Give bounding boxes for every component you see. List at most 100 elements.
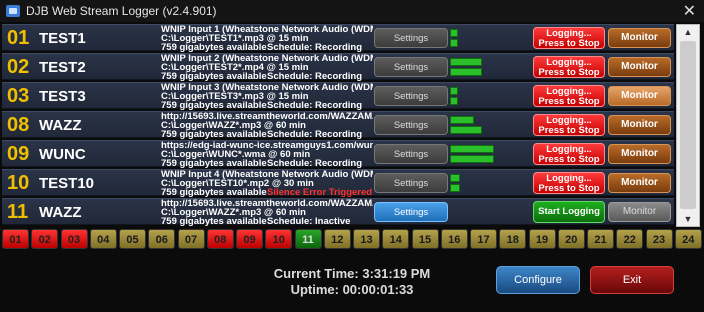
stop-logging-button[interactable]: Logging... Press to Stop — [533, 85, 605, 107]
scroll-up-icon[interactable]: ▲ — [677, 25, 699, 39]
settings-button[interactable]: Settings — [374, 28, 448, 48]
schedule-status: Schedule: Inactive — [267, 217, 351, 226]
channel-number: 03 — [7, 85, 30, 107]
output-path: C:\Logger\TEST3*.mp3 @ 15 min — [161, 92, 309, 101]
scroll-thumb[interactable] — [680, 41, 696, 209]
output-path: C:\Logger\TEST2*.mp4 @ 15 min — [161, 63, 309, 72]
logger-row: 03 TEST3 WNIP Input 3 (Wheatstone Network … — [2, 82, 674, 110]
channel-name: TEST3 — [39, 88, 86, 105]
channel-tab-23[interactable]: 23 — [645, 229, 673, 249]
channel-tab-18[interactable]: 18 — [499, 229, 527, 249]
schedule-status: Schedule: Recording — [267, 43, 363, 52]
output-path: C:\Logger\WUNC*.wma @ 60 min — [161, 150, 311, 159]
channel-info: WNIP Input 4 (Wheatstone Network Audio (… — [161, 170, 373, 197]
input-source: http://15693.live.streamtheworld.com/WAZ… — [161, 112, 373, 121]
app-icon — [6, 5, 20, 17]
stop-logging-button[interactable]: Logging... Press to Stop — [533, 114, 605, 136]
channel-number: 01 — [7, 27, 30, 49]
level-meter — [450, 57, 530, 77]
output-path: C:\Logger\TEST10*.mp2 @ 30 min — [161, 179, 314, 188]
level-meter — [450, 115, 530, 135]
monitor-button[interactable]: Monitor — [608, 173, 671, 193]
disk-space: 759 gigabytes available — [161, 101, 267, 110]
channel-tab-16[interactable]: 16 — [440, 229, 468, 249]
settings-button[interactable]: Settings — [374, 115, 448, 135]
level-meter — [450, 86, 530, 106]
channel-number: 09 — [7, 143, 30, 165]
window-title: DJB Web Stream Logger (v2.4.901) — [26, 4, 217, 18]
channel-tab-11[interactable]: 11 — [294, 229, 322, 249]
output-path: C:\Logger\WAZZ*.mp3 @ 60 min — [161, 121, 306, 130]
settings-button[interactable]: Settings — [374, 173, 448, 193]
channel-tab-13[interactable]: 13 — [353, 229, 380, 249]
channel-tab-24[interactable]: 24 — [674, 229, 702, 249]
logger-row: 02 TEST2 WNIP Input 2 (Wheatstone Network … — [2, 53, 674, 81]
channel-tab-22[interactable]: 22 — [616, 229, 644, 249]
channel-info: WNIP Input 3 (Wheatstone Network Audio (… — [161, 83, 373, 110]
stop-logging-button[interactable]: Logging... Press to Stop — [533, 172, 605, 194]
channel-tab-17[interactable]: 17 — [470, 229, 497, 249]
level-bar — [450, 39, 458, 47]
channel-tab-15[interactable]: 15 — [411, 229, 439, 249]
vertical-scrollbar[interactable]: ▲ ▼ — [676, 24, 700, 227]
input-source: WNIP Input 4 (Wheatstone Network Audio (… — [161, 170, 373, 179]
settings-button[interactable]: Settings — [374, 202, 448, 222]
channel-name: WUNC — [39, 146, 86, 163]
disk-space: 759 gigabytes available — [161, 72, 267, 81]
channel-tab-02[interactable]: 02 — [31, 229, 59, 249]
channel-name: TEST1 — [39, 30, 86, 47]
channel-name: TEST10 — [39, 175, 95, 192]
logger-row: 08 WAZZ http://15693.live.streamtheworld.c… — [2, 111, 674, 139]
channel-tabs: 01 02 03 04 05 06 07 08 09 10 11 12 13 14 15 16 17 18 19 20… — [0, 229, 704, 250]
settings-button[interactable]: Settings — [374, 57, 448, 77]
exit-button[interactable]: Exit — [590, 266, 674, 294]
monitor-button[interactable]: Monitor — [608, 202, 671, 222]
channel-tab-01[interactable]: 01 — [2, 229, 29, 249]
level-meter — [450, 173, 530, 193]
channel-number: 11 — [7, 201, 29, 223]
monitor-button[interactable]: Monitor — [608, 28, 671, 48]
close-icon[interactable]: ✕ — [683, 1, 696, 21]
schedule-status: Schedule: Recording — [267, 72, 363, 81]
channel-number: 08 — [7, 114, 30, 136]
channel-tab-21[interactable]: 21 — [587, 229, 614, 249]
settings-button[interactable]: Settings — [374, 144, 448, 164]
level-bar — [450, 116, 474, 124]
channel-tab-04[interactable]: 04 — [89, 229, 117, 249]
footer: Current Time: 3:31:19 PM Uptime: 00:00:0… — [0, 252, 704, 312]
error-message: Silence Error Triggered — [267, 188, 373, 197]
channel-tab-03[interactable]: 03 — [60, 229, 88, 249]
disk-space: 759 gigabytes available — [161, 217, 267, 226]
channel-tab-07[interactable]: 07 — [177, 229, 205, 249]
channel-tab-10[interactable]: 10 — [265, 229, 293, 249]
channel-info: WNIP Input 2 (Wheatstone Network Audio (… — [161, 54, 373, 81]
stop-logging-button[interactable]: Logging... Press to Stop — [533, 143, 605, 165]
channel-tab-14[interactable]: 14 — [382, 229, 410, 249]
input-source: https://edg-iad-wunc-ice.streamguys1.com… — [161, 141, 373, 150]
channel-info: http://15693.live.streamtheworld.com/WAZ… — [161, 199, 373, 226]
monitor-button[interactable]: Monitor — [608, 115, 671, 135]
level-bar — [450, 97, 458, 105]
monitor-button[interactable]: Monitor — [608, 144, 671, 164]
monitor-button[interactable]: Monitor — [608, 57, 671, 77]
start-logging-button[interactable]: Start Logging — [533, 201, 605, 223]
settings-button[interactable]: Settings — [374, 86, 448, 106]
channel-tab-19[interactable]: 19 — [528, 229, 556, 249]
channel-tab-05[interactable]: 05 — [119, 229, 146, 249]
configure-button[interactable]: Configure — [496, 266, 580, 294]
channel-tab-20[interactable]: 20 — [557, 229, 585, 249]
input-source: WNIP Input 1 (Wheatstone Network Audio (… — [161, 25, 373, 34]
channel-tab-09[interactable]: 09 — [236, 229, 263, 249]
channel-tab-06[interactable]: 06 — [148, 229, 176, 249]
channel-tab-08[interactable]: 08 — [206, 229, 234, 249]
schedule-status: Schedule: Recording — [267, 159, 363, 168]
level-meter — [450, 28, 530, 48]
scroll-down-icon[interactable]: ▼ — [677, 212, 699, 226]
monitor-button[interactable]: Monitor — [608, 86, 671, 106]
stop-logging-button[interactable]: Logging... Press to Stop — [533, 27, 605, 49]
level-meter — [450, 202, 530, 222]
channel-tab-12[interactable]: 12 — [323, 229, 351, 249]
logger-row: 09 WUNC https://edg-iad-wunc-ice.streamguy… — [2, 140, 674, 168]
stop-logging-button[interactable]: Logging... Press to Stop — [533, 56, 605, 78]
schedule-status: Schedule: Recording — [267, 101, 363, 110]
